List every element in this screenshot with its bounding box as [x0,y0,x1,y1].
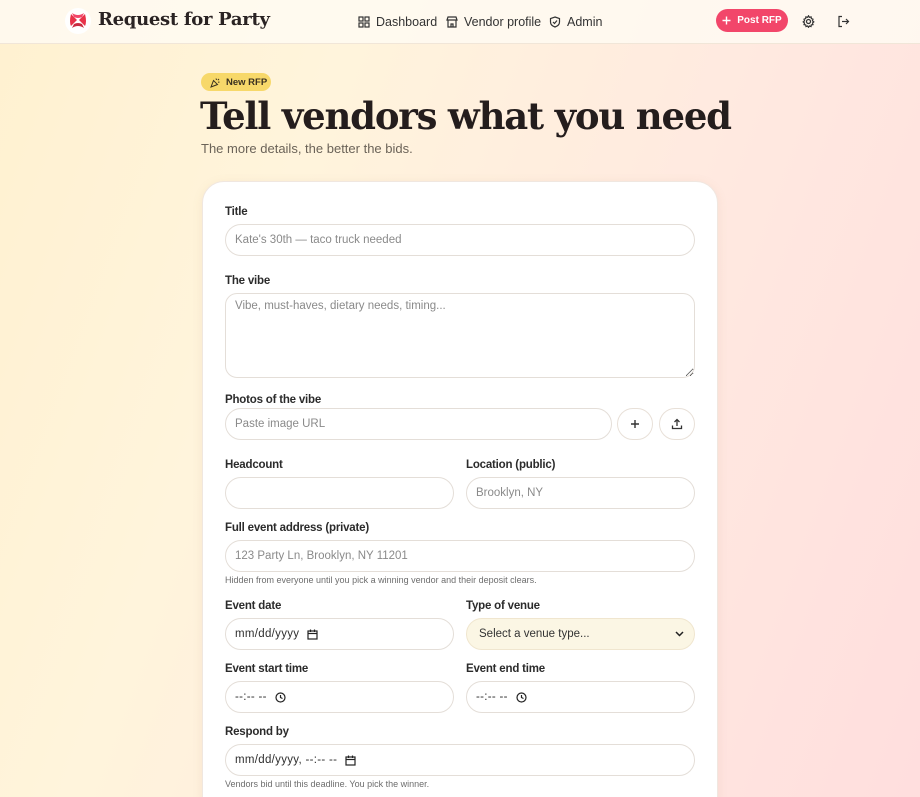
new-rfp-badge: New RFP [201,73,271,91]
start-time-input[interactable]: --:-- -- [225,681,454,713]
clock-icon[interactable] [516,691,527,703]
vibe-textarea[interactable] [225,293,695,378]
new-rfp-badge-label: New RFP [226,76,268,88]
upload-image-button[interactable] [659,408,695,440]
calendar-icon[interactable] [307,629,318,640]
logout-button[interactable] [834,12,852,30]
post-rfp-label: Post RFP [737,15,782,26]
calendar-icon[interactable] [345,755,356,766]
location-input[interactable] [466,477,695,509]
logo-icon[interactable] [65,8,91,34]
headcount-label: Headcount [225,459,283,471]
respond-by-hint: Vendors bid until this deadline. You pic… [225,779,430,789]
page-subtitle: The more details, the better the bids. [201,141,413,156]
event-date-label: Event date [225,600,282,612]
location-label: Location (public) [466,459,556,471]
grid-icon [358,16,370,28]
nav-vendor-profile[interactable]: Vendor profile [446,13,541,31]
venue-type-label: Type of venue [466,600,540,612]
venue-type-selected: Select a venue type... [479,628,590,640]
respond-by-input[interactable]: mm/dd/yyyy, --:-- -- [225,744,695,776]
store-icon [446,16,458,28]
page-title: Tell vendors what you need [200,94,732,138]
event-date-input[interactable]: mm/dd/yyyy [225,618,454,650]
venue-type-select[interactable]: Select a venue type... [466,618,695,650]
event-date-placeholder: mm/dd/yyyy [235,628,300,640]
title-input[interactable] [225,224,695,256]
end-time-label: Event end time [466,663,545,675]
image-url-input[interactable] [225,408,612,440]
address-input[interactable] [225,540,695,572]
address-hint: Hidden from everyone until you pick a wi… [225,575,537,585]
headcount-input[interactable] [225,477,454,509]
end-time-input[interactable]: --:-- -- [466,681,695,713]
top-navigation-bar: Request for Party Dashboard Vendor profi… [0,0,920,44]
logout-icon [837,15,849,27]
clock-icon[interactable] [275,691,286,703]
photos-label: Photos of the vibe [225,394,322,406]
party-popper-icon [210,77,220,88]
start-time-label: Event start time [225,663,309,675]
plus-icon [631,420,639,428]
post-rfp-button[interactable]: Post RFP [716,9,788,32]
nav-dashboard[interactable]: Dashboard [358,13,437,31]
shield-icon [549,16,561,28]
plus-icon [722,16,731,25]
title-label: Title [225,206,248,218]
upload-icon [671,418,683,430]
respond-by-label: Respond by [225,726,289,738]
nav-admin[interactable]: Admin [549,13,602,31]
address-label: Full event address (private) [225,522,369,534]
nav-vendor-profile-label: Vendor profile [464,15,542,29]
nav-admin-label: Admin [567,15,603,29]
end-time-placeholder: --:-- -- [476,691,508,703]
gear-icon [801,14,815,28]
chevron-down-icon [675,631,684,637]
brand-title[interactable]: Request for Party [98,9,270,30]
respond-by-placeholder: mm/dd/yyyy, --:-- -- [235,754,338,766]
vibe-label: The vibe [225,275,271,287]
add-image-button[interactable] [617,408,653,440]
settings-button[interactable] [799,12,817,30]
start-time-placeholder: --:-- -- [235,691,267,703]
nav-dashboard-label: Dashboard [376,15,438,29]
